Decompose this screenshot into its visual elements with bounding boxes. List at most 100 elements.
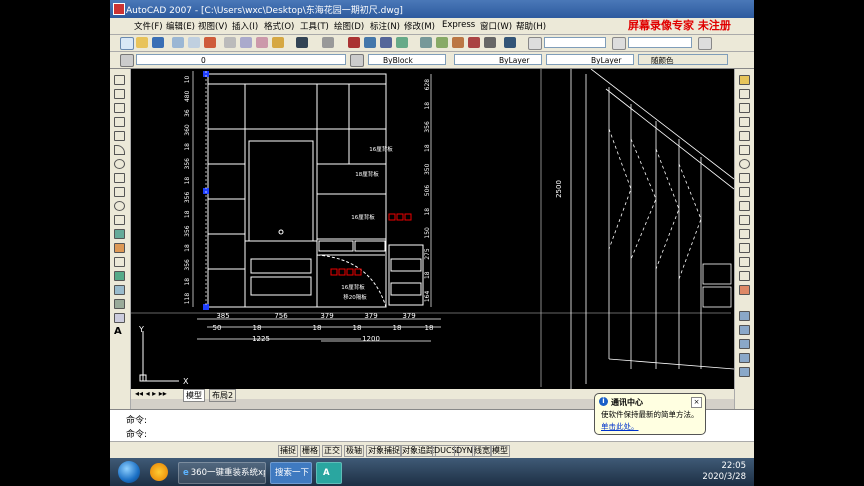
menu-file[interactable]: 文件(F) bbox=[134, 20, 163, 32]
taskbar-search[interactable]: 搜索一下 bbox=[270, 462, 312, 484]
save-icon[interactable] bbox=[152, 37, 164, 48]
region-icon[interactable] bbox=[114, 299, 125, 309]
model-toggle[interactable]: 模型 bbox=[490, 445, 510, 457]
insert-block-icon[interactable] bbox=[114, 229, 125, 239]
chamfer-icon[interactable] bbox=[739, 257, 750, 267]
balloon-link[interactable]: 单击此处。 bbox=[601, 421, 639, 432]
menu-view[interactable]: 视图(V) bbox=[198, 20, 227, 32]
properties-icon[interactable] bbox=[420, 37, 432, 48]
system-clock[interactable]: 22:05 2020/3/28 bbox=[702, 461, 746, 483]
layer-manager-icon[interactable] bbox=[120, 54, 134, 67]
taskbar-autocad[interactable]: A bbox=[316, 462, 342, 484]
bring-front-icon[interactable] bbox=[739, 325, 750, 335]
mtext-icon[interactable]: A bbox=[114, 327, 125, 337]
make-current-layer-icon[interactable] bbox=[350, 54, 364, 67]
fillet-icon[interactable] bbox=[739, 271, 750, 281]
lineweight-combo[interactable]: ByLayer bbox=[546, 54, 634, 65]
mirror-icon[interactable] bbox=[739, 103, 750, 113]
extend-icon[interactable] bbox=[739, 215, 750, 225]
break-icon[interactable] bbox=[739, 229, 750, 239]
publish-icon[interactable] bbox=[204, 37, 216, 48]
text-style-combo[interactable] bbox=[544, 37, 606, 48]
new-icon[interactable] bbox=[120, 37, 134, 50]
help-icon[interactable] bbox=[504, 37, 516, 48]
matchprop-icon[interactable] bbox=[272, 37, 284, 48]
make-block-icon[interactable] bbox=[114, 243, 125, 253]
menu-modify[interactable]: 修改(M) bbox=[404, 20, 435, 32]
join-icon[interactable] bbox=[739, 243, 750, 253]
menu-help[interactable]: 帮助(H) bbox=[516, 20, 546, 32]
tab-scroll-buttons[interactable]: ◂◂ ◂ ▸ ▸▸ bbox=[135, 389, 167, 398]
command-prompt[interactable]: 命令: bbox=[126, 427, 147, 440]
text-style-icon[interactable] bbox=[528, 37, 542, 50]
circle-icon[interactable] bbox=[114, 159, 125, 169]
draworder-icon[interactable] bbox=[739, 311, 750, 321]
layer-combo[interactable]: 0 bbox=[136, 54, 346, 65]
menu-dimension[interactable]: 标注(N) bbox=[370, 20, 400, 32]
designcenter-icon[interactable] bbox=[436, 37, 448, 48]
menu-tools[interactable]: 工具(T) bbox=[300, 20, 329, 32]
polar-toggle[interactable]: 极轴 bbox=[344, 445, 364, 457]
copy-object-icon[interactable] bbox=[739, 89, 750, 99]
menu-draw[interactable]: 绘图(D) bbox=[334, 20, 364, 32]
drawing-canvas[interactable]: 16厘背板 18厘背板 16厘背板 16厘背板 移20隔板 385 756 37… bbox=[131, 69, 734, 389]
revision-cloud-icon[interactable] bbox=[114, 173, 125, 183]
snap-toggle[interactable]: 捕捉 bbox=[278, 445, 298, 457]
table-style-icon[interactable] bbox=[698, 37, 712, 50]
preview-icon[interactable] bbox=[188, 37, 200, 48]
erase-icon[interactable] bbox=[739, 75, 750, 85]
stretch-icon[interactable] bbox=[739, 187, 750, 197]
offset-icon[interactable] bbox=[739, 117, 750, 127]
close-icon[interactable]: × bbox=[691, 397, 702, 408]
start-button[interactable] bbox=[118, 461, 140, 483]
ellipse-arc-icon[interactable] bbox=[114, 215, 125, 225]
point-icon[interactable] bbox=[114, 257, 125, 267]
array-icon[interactable] bbox=[739, 131, 750, 141]
lineweight-toggle[interactable]: 线宽 bbox=[472, 445, 492, 457]
trim-icon[interactable] bbox=[739, 201, 750, 211]
osnap-toggle[interactable]: 对象捕捉 bbox=[366, 445, 402, 457]
explode-icon[interactable] bbox=[739, 285, 750, 295]
send-under-icon[interactable] bbox=[739, 367, 750, 377]
zoom-window-icon[interactable] bbox=[380, 37, 392, 48]
menu-express[interactable]: Express bbox=[442, 20, 475, 30]
plotstyle-combo[interactable]: 随颜色 bbox=[638, 54, 728, 65]
dim-style-icon[interactable] bbox=[612, 37, 626, 50]
media-player-icon[interactable] bbox=[150, 463, 168, 481]
markup-icon[interactable] bbox=[484, 37, 496, 48]
ortho-toggle[interactable]: 正交 bbox=[322, 445, 342, 457]
color-combo[interactable]: ByBlock bbox=[368, 54, 446, 65]
taskbar-browser[interactable]: e 360一键重装系统xp bbox=[178, 462, 266, 484]
construction-line-icon[interactable] bbox=[114, 89, 125, 99]
zoom-previous-icon[interactable] bbox=[396, 37, 408, 48]
send-back-icon[interactable] bbox=[739, 339, 750, 349]
menu-window[interactable]: 窗口(W) bbox=[480, 20, 512, 32]
tool-palettes-icon[interactable] bbox=[452, 37, 464, 48]
dim-style-combo[interactable] bbox=[628, 37, 692, 48]
sheetset-icon[interactable] bbox=[468, 37, 480, 48]
linetype-combo[interactable]: ByLayer bbox=[454, 54, 542, 65]
gradient-icon[interactable] bbox=[114, 285, 125, 295]
menu-edit[interactable]: 编辑(E) bbox=[166, 20, 195, 32]
line-icon[interactable] bbox=[114, 75, 125, 85]
pan-icon[interactable] bbox=[348, 37, 360, 48]
undo-icon[interactable] bbox=[296, 37, 308, 48]
plot-icon[interactable] bbox=[172, 37, 184, 48]
tab-model[interactable]: 模型 bbox=[183, 389, 205, 402]
spline-icon[interactable] bbox=[114, 187, 125, 197]
zoom-realtime-icon[interactable] bbox=[364, 37, 376, 48]
grid-toggle[interactable]: 栅格 bbox=[300, 445, 320, 457]
bring-above-icon[interactable] bbox=[739, 353, 750, 363]
tab-layout2[interactable]: 布局2 bbox=[209, 389, 237, 402]
rotate-icon[interactable] bbox=[739, 159, 750, 169]
open-icon[interactable] bbox=[136, 37, 148, 48]
rectangle-icon[interactable] bbox=[114, 131, 125, 141]
menu-format[interactable]: 格式(O) bbox=[264, 20, 294, 32]
move-icon[interactable] bbox=[739, 145, 750, 155]
menu-insert[interactable]: 插入(I) bbox=[232, 20, 258, 32]
hatch-icon[interactable] bbox=[114, 271, 125, 281]
polygon-icon[interactable] bbox=[114, 117, 125, 127]
polyline-icon[interactable] bbox=[114, 103, 125, 113]
copy-icon[interactable] bbox=[240, 37, 252, 48]
table-icon[interactable] bbox=[114, 313, 125, 323]
